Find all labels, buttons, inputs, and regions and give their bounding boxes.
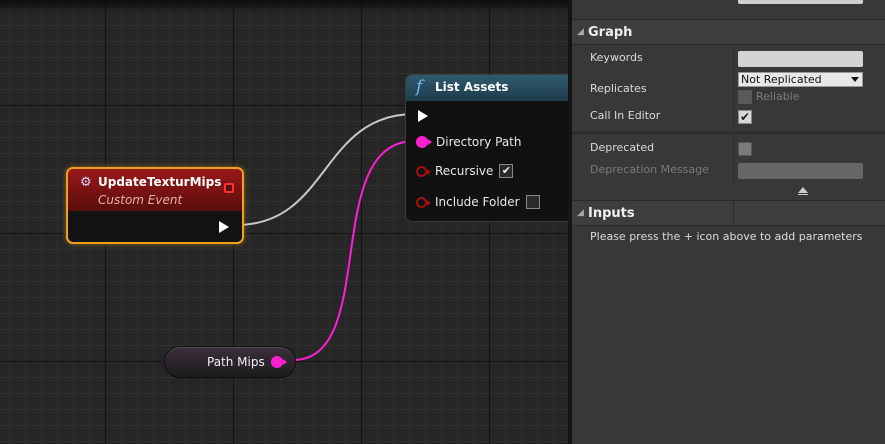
details-panel: ◢ Graph Keywords Replicates Not Replicat… [572,0,885,444]
pin-label: Include Folder [435,195,520,209]
call-in-editor-label: Call In Editor [590,109,661,122]
pin-label: Directory Path [436,135,522,149]
pin-recursive[interactable]: Recursive ✔ [416,162,514,180]
column-divider [733,201,734,227]
reliable-checkbox[interactable] [738,90,752,104]
deprecation-message-input[interactable] [738,163,863,179]
event-node-subtitle: Custom Event [98,193,183,207]
column-divider [733,104,734,130]
function-node-header: f List Assets [406,75,568,101]
delegate-pin[interactable] [224,183,234,193]
pin-label: Recursive [435,164,494,178]
deprecation-message-label: Deprecation Message [590,163,709,176]
collapse-bar-line [798,194,808,195]
function-node-title: List Assets [435,80,509,94]
group-separator [572,131,885,135]
exec-input-pin[interactable] [418,110,428,122]
blueprint-graph-canvas[interactable]: ⚙ UpdateTexturMips Custom Event f List A… [0,0,568,444]
function-icon: f [416,77,423,97]
pin-directory-path[interactable]: Directory Path [416,133,521,151]
bool-pin-icon[interactable] [416,196,431,208]
exec-output-pin[interactable] [219,221,229,233]
replicates-dropdown[interactable]: Not Replicated [738,72,863,87]
event-node-title: UpdateTexturMips [98,175,222,189]
top-property-field[interactable] [738,0,863,4]
section-title: Inputs [588,206,635,221]
exec-wire [235,113,416,226]
exec-input-row[interactable] [416,107,428,125]
deprecation-message-row: Deprecation Message [572,158,885,184]
directory-path-wire [292,140,416,361]
expand-arrow-icon: ◢ [577,208,584,218]
recursive-checkbox[interactable]: ✔ [499,164,514,178]
keywords-row: Keywords [572,46,885,72]
pin-include-folder[interactable]: Include Folder [416,193,540,211]
expand-arrow-icon: ◢ [577,27,584,37]
keywords-label: Keywords [590,51,643,64]
custom-event-icon: ⚙ [80,175,92,190]
call-in-editor-checkbox[interactable]: ✔ [738,110,752,124]
deprecated-checkbox[interactable] [738,142,752,156]
include-folder-checkbox[interactable] [525,195,540,209]
string-pin-icon[interactable] [416,136,432,148]
bool-pin-icon[interactable] [416,165,431,177]
replicates-label: Replicates [590,82,647,95]
variable-node-label: Path Mips [207,355,265,369]
graph-section-header[interactable]: ◢ Graph [572,19,885,45]
collapse-up-icon [798,187,808,193]
custom-event-node[interactable]: ⚙ UpdateTexturMips Custom Event [66,167,244,244]
variable-node-path-mips[interactable]: Path Mips [164,346,296,378]
call-in-editor-row: Call In Editor ✔ [572,104,885,130]
keywords-input[interactable] [738,51,863,67]
section-title: Graph [588,25,633,40]
event-node-header: ⚙ UpdateTexturMips Custom Event [68,169,242,211]
deprecated-label: Deprecated [590,141,655,154]
column-divider [733,46,734,72]
advanced-collapse-toggle[interactable] [572,184,885,198]
string-output-pin[interactable] [271,356,287,368]
inputs-hint-text: Please press the + icon above to add par… [590,230,863,243]
list-assets-node[interactable]: f List Assets Directory Path Recursive ✔… [405,74,568,222]
replicates-value: Not Replicated [741,73,822,86]
chevron-down-icon [851,77,859,82]
column-divider [733,158,734,184]
inputs-section-header[interactable]: ◢ Inputs [572,200,885,227]
reliable-label: Reliable [756,90,800,103]
